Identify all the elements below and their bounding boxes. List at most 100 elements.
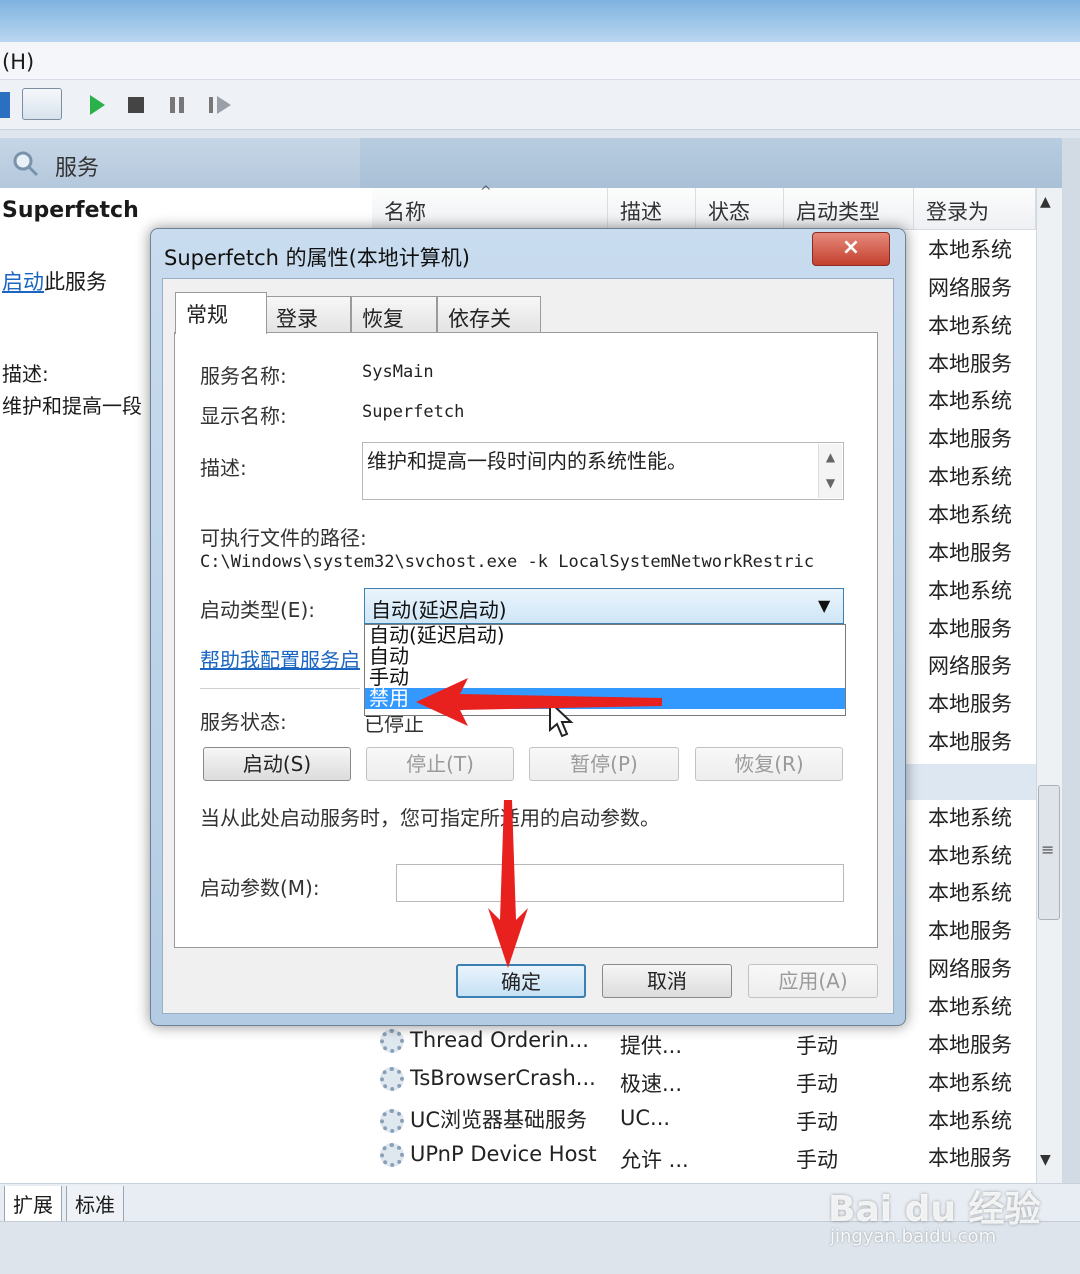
tab-standard[interactable]: 标准 — [66, 1186, 124, 1222]
tab-recovery[interactable]: 恢复 — [351, 296, 437, 332]
table-row[interactable]: UPnP Device Host — [380, 1142, 597, 1167]
table-row[interactable]: TsBrowserCrash... — [380, 1066, 596, 1091]
tab-logon[interactable]: 登录 — [265, 296, 351, 332]
option-auto-delayed[interactable]: 自动(延迟启动) — [365, 625, 845, 646]
logon-cell[interactable]: 本地系统 — [928, 840, 1012, 870]
red-arrow-left-icon — [416, 678, 662, 726]
column-header-startup-type[interactable]: 启动类型 — [784, 188, 914, 230]
properties-icon[interactable] — [0, 92, 10, 118]
logon-cell[interactable]: 本地系统 — [928, 1105, 1012, 1135]
row-description: 提供... — [620, 1034, 683, 1058]
watermark-brand: Bai du 经验 — [828, 1189, 1041, 1230]
scroll-down-icon[interactable]: ▼ — [1040, 1152, 1051, 1168]
window-right-edge — [1062, 138, 1080, 1183]
logon-cell[interactable]: 网络服务 — [928, 272, 1012, 302]
row-startup-type: 手动 — [796, 1072, 838, 1096]
logon-cell[interactable]: 本地服务 — [928, 537, 1012, 567]
pause-service-icon[interactable] — [166, 92, 188, 118]
show-hide-console-icon[interactable] — [22, 88, 62, 120]
stop-button[interactable]: 停止(T) — [366, 747, 514, 781]
dialog-title: Superfetch 的属性(本地计算机) — [164, 246, 470, 270]
logon-cell[interactable]: 本地系统 — [928, 461, 1012, 491]
tab-dependencies[interactable]: 依存关系 — [437, 296, 541, 361]
service-status-label: 服务状态: — [200, 710, 287, 734]
row-name: UC浏览器基础服务 — [410, 1108, 588, 1132]
scroll-up-icon[interactable]: ▲ — [1040, 194, 1051, 210]
logon-cell[interactable]: 本地服务 — [928, 423, 1012, 453]
logon-cell[interactable]: 本地服务 — [928, 613, 1012, 643]
apply-button[interactable]: 应用(A) — [748, 964, 878, 998]
startup-type-label: 启动类型(E): — [200, 598, 315, 622]
service-name-value: SysMain — [362, 362, 434, 382]
scroll-grip-icon: ≡ — [1041, 840, 1055, 859]
logon-cell[interactable]: 本地系统 — [928, 877, 1012, 907]
description-field[interactable]: 维护和提高一段时间内的系统性能。 — [362, 442, 844, 500]
column-header-status[interactable]: 状态 — [696, 188, 784, 230]
start-service-link[interactable]: 启动 — [2, 270, 44, 294]
restart-service-icon[interactable] — [206, 92, 234, 118]
option-auto[interactable]: 自动 — [365, 646, 845, 667]
description-scroll-icon[interactable]: ▲ ▼ — [818, 444, 842, 498]
vertical-scrollbar[interactable] — [1036, 188, 1062, 1183]
logon-cell[interactable]: 本地服务 — [928, 1142, 1012, 1172]
logon-cell[interactable]: 本地系统 — [928, 385, 1012, 415]
service-name-label: 服务名称: — [200, 364, 287, 388]
start-button[interactable]: 启动(S) — [203, 747, 351, 781]
window-titlebar — [0, 0, 1080, 42]
logon-cell[interactable]: 本地系统 — [928, 234, 1012, 264]
start-service-link-row: 启动此服务 — [2, 266, 107, 296]
display-name-label: 显示名称: — [200, 404, 287, 428]
logon-cell[interactable]: 本地服务 — [928, 915, 1012, 945]
logon-cell[interactable]: 本地服务 — [928, 726, 1012, 756]
resume-button[interactable]: 恢复(R) — [695, 747, 843, 781]
row-description: UC... — [620, 1106, 671, 1130]
logon-cell[interactable]: 本地服务 — [928, 688, 1012, 718]
column-header-description[interactable]: 描述 — [608, 188, 696, 230]
selected-service-name: Superfetch — [2, 198, 139, 223]
stop-service-icon[interactable] — [125, 92, 147, 118]
menubar: (H) — [0, 42, 1080, 80]
logon-cell[interactable]: 本地系统 — [928, 991, 1012, 1021]
row-description: 极速... — [620, 1072, 683, 1096]
toolbar — [0, 80, 1080, 130]
sort-arrow-icon: ^ — [480, 184, 492, 200]
tab-extended[interactable]: 扩展 — [4, 1186, 62, 1222]
gear-icon — [380, 1143, 404, 1167]
logon-cell[interactable]: 本地系统 — [928, 802, 1012, 832]
services-title: 服务 — [55, 156, 100, 181]
close-button[interactable]: × — [812, 232, 890, 266]
logon-cell[interactable]: 本地系统 — [928, 1067, 1012, 1097]
row-startup-type: 手动 — [796, 1148, 838, 1172]
services-header-tab — [0, 138, 360, 188]
logon-cell[interactable]: 本地系统 — [928, 310, 1012, 340]
start-service-icon[interactable] — [86, 92, 108, 118]
startup-type-select[interactable]: 自动(延迟启动) — [364, 588, 844, 624]
tab-general[interactable]: 常规 — [175, 292, 267, 334]
logon-cell[interactable]: 本地系统 — [928, 499, 1012, 529]
help-configure-link[interactable]: 帮助我配置服务启 — [200, 644, 360, 673]
row-name: UPnP Device Host — [410, 1142, 597, 1166]
table-row[interactable]: Thread Orderin... — [380, 1028, 589, 1053]
row-name: Thread Orderin... — [410, 1028, 589, 1052]
watermark-logo: Bai du 经验 — [828, 1180, 1041, 1232]
gear-icon — [380, 1067, 404, 1091]
selected-row-highlight — [900, 764, 1036, 800]
logon-cell[interactable]: 本地系统 — [928, 575, 1012, 605]
executable-path-label: 可执行文件的路径: — [200, 526, 367, 550]
logon-cell[interactable]: 网络服务 — [928, 650, 1012, 680]
cancel-button[interactable]: 取消 — [602, 964, 732, 998]
pause-button[interactable]: 暂停(P) — [529, 747, 679, 781]
start-params-input[interactable] — [396, 864, 844, 902]
logon-cell[interactable]: 网络服务 — [928, 953, 1012, 983]
logon-cell[interactable]: 本地服务 — [928, 348, 1012, 378]
column-header-name[interactable]: 名称 ^ — [372, 184, 608, 230]
description-label: 描述: — [2, 362, 49, 386]
menu-help[interactable]: (H) — [2, 50, 34, 74]
chevron-down-icon[interactable]: ▼ — [818, 596, 830, 615]
column-header-logon[interactable]: 登录为 — [914, 188, 1036, 230]
start-params-label: 启动参数(M): — [200, 876, 320, 900]
logon-cell[interactable]: 本地服务 — [928, 1029, 1012, 1059]
watermark-url: jingyan.baidu.com — [830, 1226, 997, 1247]
gear-icon — [380, 1109, 404, 1133]
table-row[interactable]: UC浏览器基础服务 — [380, 1104, 587, 1134]
